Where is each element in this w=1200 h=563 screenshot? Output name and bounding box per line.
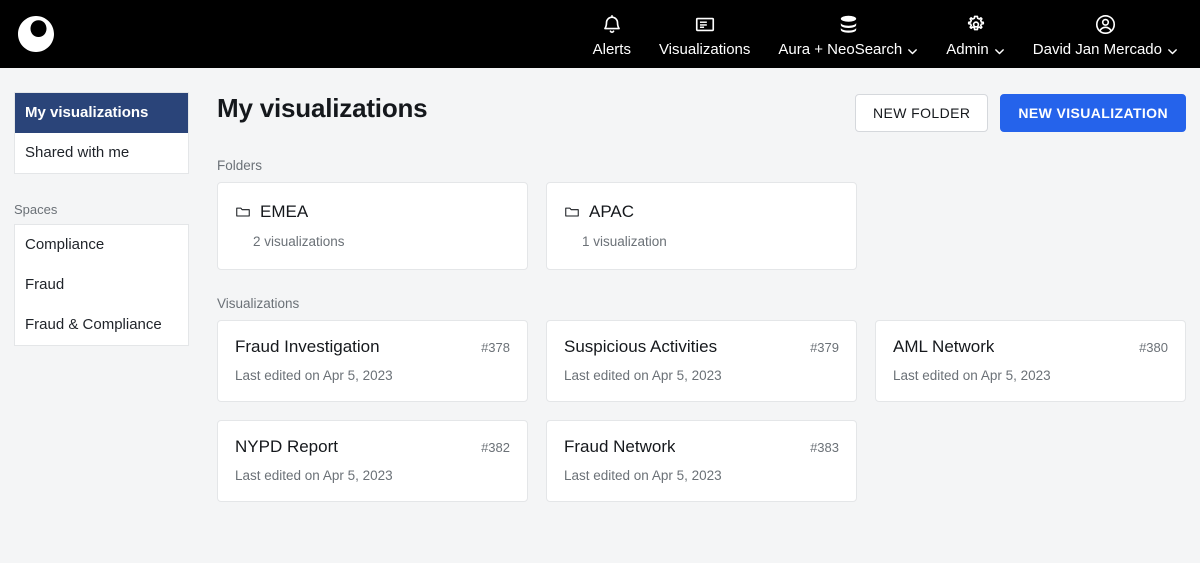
visualization-card-title-row: Fraud Network #383 xyxy=(564,436,839,458)
nav-item-alerts-label-row: Alerts xyxy=(593,40,631,59)
sidebar-spaces-title: Spaces xyxy=(14,202,203,217)
folder-icon xyxy=(564,204,580,220)
chevron-down-icon xyxy=(907,44,918,55)
folder-card-title-left: EMEA xyxy=(235,201,308,223)
visualization-card-id: #382 xyxy=(481,440,510,455)
nav-item-admin-label-row: Admin xyxy=(946,40,1005,59)
visualization-card-last-edited: Last edited on Apr 5, 2023 xyxy=(235,467,510,485)
database-icon xyxy=(837,11,860,37)
folders-grid: EMEA 2 visualizations APAC xyxy=(217,182,1186,270)
visualization-card-title-row: AML Network #380 xyxy=(893,336,1168,358)
folders-grid-spacer xyxy=(875,182,1186,270)
sidebar-item-label: Fraud xyxy=(25,276,64,293)
chevron-down-icon xyxy=(1167,44,1178,55)
visualizations-icon xyxy=(694,11,716,37)
main-header: My visualizations NEW FOLDER NEW VISUALI… xyxy=(217,92,1186,132)
visualization-card-name: Fraud Network xyxy=(564,436,675,458)
folder-card-name: APAC xyxy=(589,201,634,223)
page-layout: My visualizations Shared with me Spaces … xyxy=(0,68,1200,563)
sidebar-item-shared-with-me[interactable]: Shared with me xyxy=(15,133,188,173)
visualization-card-last-edited: Last edited on Apr 5, 2023 xyxy=(235,367,510,385)
sidebar-item-label: Fraud & Compliance xyxy=(25,316,162,333)
visualization-card-name: AML Network xyxy=(893,336,994,358)
nav-item-admin[interactable]: Admin xyxy=(932,0,1019,68)
gear-icon xyxy=(965,11,987,37)
visualizations-grid: Fraud Investigation #378 Last edited on … xyxy=(217,320,1186,502)
nav-item-user-label-row: David Jan Mercado xyxy=(1033,40,1178,59)
sidebar-spaces-panel: Compliance Fraud Fraud & Compliance xyxy=(14,224,189,346)
nav-item-label: Visualizations xyxy=(659,40,750,59)
visualization-card-name: NYPD Report xyxy=(235,436,338,458)
sidebar-item-my-visualizations[interactable]: My visualizations xyxy=(15,93,188,133)
new-folder-button[interactable]: NEW FOLDER xyxy=(855,94,988,132)
top-nav-items: Alerts Visualizations xyxy=(579,0,1192,68)
visualization-card-title-row: Fraud Investigation #378 xyxy=(235,336,510,358)
header-actions: NEW FOLDER NEW VISUALIZATION xyxy=(855,92,1186,132)
nav-item-aura-neosearch[interactable]: Aura + NeoSearch xyxy=(764,0,932,68)
sidebar-item-fraud[interactable]: Fraud xyxy=(15,265,188,305)
account-circle-icon xyxy=(1094,11,1117,37)
folder-card-count: 2 visualizations xyxy=(235,233,510,251)
folder-card-title-left: APAC xyxy=(564,201,634,223)
bell-icon xyxy=(601,11,623,37)
visualization-card-383[interactable]: Fraud Network #383 Last edited on Apr 5,… xyxy=(546,420,857,502)
visualizations-section-label: Visualizations xyxy=(217,296,1186,311)
nav-item-label: Alerts xyxy=(593,40,631,59)
folder-icon xyxy=(235,204,251,220)
visualization-card-378[interactable]: Fraud Investigation #378 Last edited on … xyxy=(217,320,528,402)
visualization-card-id: #379 xyxy=(810,340,839,355)
visualization-card-last-edited: Last edited on Apr 5, 2023 xyxy=(893,367,1168,385)
visualization-card-382[interactable]: NYPD Report #382 Last edited on Apr 5, 2… xyxy=(217,420,528,502)
sidebar-item-label: Compliance xyxy=(25,236,104,253)
folder-card-title-row: EMEA xyxy=(235,201,510,223)
sidebar-item-fraud-and-compliance[interactable]: Fraud & Compliance xyxy=(15,305,188,345)
visualization-card-last-edited: Last edited on Apr 5, 2023 xyxy=(564,367,839,385)
nav-item-aura-neosearch-label-row: Aura + NeoSearch xyxy=(778,40,918,59)
folder-card-emea[interactable]: EMEA 2 visualizations xyxy=(217,182,528,270)
folder-card-apac[interactable]: APAC 1 visualization xyxy=(546,182,857,270)
visualization-card-379[interactable]: Suspicious Activities #379 Last edited o… xyxy=(546,320,857,402)
nav-item-user-menu[interactable]: David Jan Mercado xyxy=(1019,0,1192,68)
chevron-down-icon xyxy=(994,44,1005,55)
folder-card-title-row: APAC xyxy=(564,201,839,223)
visualization-card-title-row: NYPD Report #382 xyxy=(235,436,510,458)
folders-section-label: Folders xyxy=(217,158,1186,173)
top-navigation-bar: Alerts Visualizations xyxy=(0,0,1200,68)
main-content: My visualizations NEW FOLDER NEW VISUALI… xyxy=(203,68,1200,528)
visualization-card-last-edited: Last edited on Apr 5, 2023 xyxy=(564,467,839,485)
page-title: My visualizations xyxy=(217,92,427,124)
visualization-card-title-row: Suspicious Activities #379 xyxy=(564,336,839,358)
nav-item-label: Admin xyxy=(946,40,989,59)
nav-item-alerts[interactable]: Alerts xyxy=(579,0,645,68)
nav-item-visualizations-label-row: Visualizations xyxy=(659,40,750,59)
folder-card-name: EMEA xyxy=(260,201,308,223)
visualization-card-id: #383 xyxy=(810,440,839,455)
new-visualization-button[interactable]: NEW VISUALIZATION xyxy=(1000,94,1186,132)
visualization-card-name: Fraud Investigation xyxy=(235,336,380,358)
sidebar-nav-panel: My visualizations Shared with me xyxy=(14,92,189,174)
visualization-card-380[interactable]: AML Network #380 Last edited on Apr 5, 2… xyxy=(875,320,1186,402)
nav-item-visualizations[interactable]: Visualizations xyxy=(645,0,764,68)
visualizations-grid-spacer xyxy=(875,420,1186,502)
folder-card-count: 1 visualization xyxy=(564,233,839,251)
nav-item-label: David Jan Mercado xyxy=(1033,40,1162,59)
visualization-card-name: Suspicious Activities xyxy=(564,336,717,358)
sidebar-item-label: My visualizations xyxy=(25,104,148,121)
sidebar-item-label: Shared with me xyxy=(25,144,129,161)
sidebar-item-compliance[interactable]: Compliance xyxy=(15,225,188,265)
visualization-card-id: #378 xyxy=(481,340,510,355)
visualization-card-id: #380 xyxy=(1139,340,1168,355)
nav-item-label: Aura + NeoSearch xyxy=(778,40,902,59)
neo4j-logo[interactable] xyxy=(14,12,58,56)
sidebar: My visualizations Shared with me Spaces … xyxy=(0,68,203,563)
neo4j-logo-icon xyxy=(16,14,56,54)
